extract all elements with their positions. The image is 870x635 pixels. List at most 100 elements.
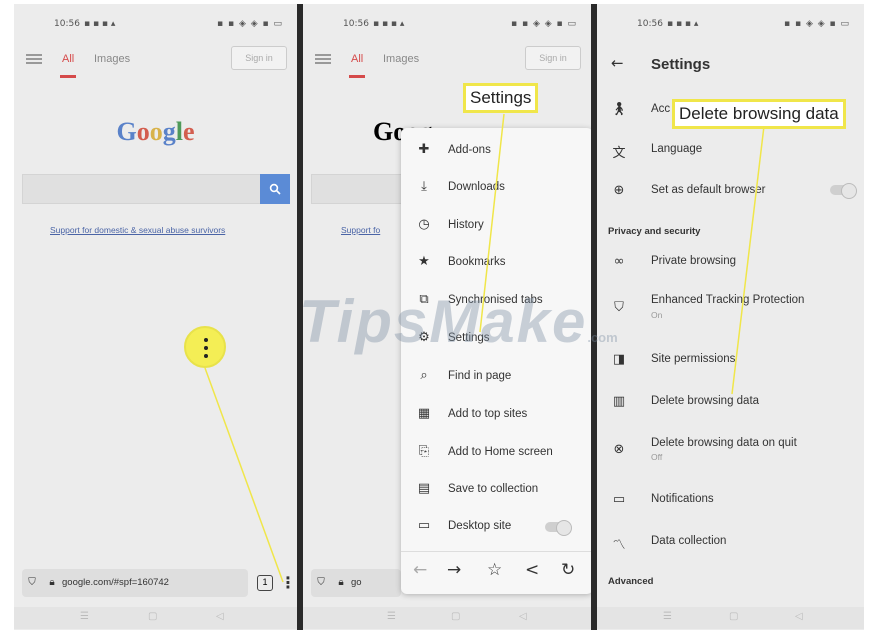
back-arrow-icon[interactable]: ← [611,54,624,72]
menu-item-save-to-collection[interactable]: ▤ Save to collection [401,471,591,507]
back-nav-icon[interactable]: ◁ [519,611,527,622]
home-icon[interactable]: ▢ [148,611,157,622]
desktop-site-toggle[interactable] [545,520,572,536]
settings-item-delete-on-quit[interactable]: ⊗ Delete browsing data on quit Off [597,424,864,464]
sign-in-button[interactable]: Sign in [231,46,287,70]
gear-icon: ⚙ [418,330,430,345]
status-bar: 10:56 ▪ ▪ ▪ ▴ ▪ ▪ ◈ ◈ ▪ ▭ [303,4,591,38]
forward-arrow-icon[interactable]: → [447,560,461,580]
kebab-menu-highlight [184,326,226,368]
status-right-icons: ▪ ▪ ◈ ◈ ▪ ▭ [511,19,577,29]
clear-icon: ⊗ [613,442,625,457]
settings-item-language[interactable]: 文 Language [597,130,864,170]
browser-overflow-menu: ✚ Add-ons ⤓ Downloads ◷ History ★ Bookmarks … [401,128,591,594]
tab-all[interactable]: All [59,53,77,78]
home-icon[interactable]: ▢ [729,611,738,622]
menu-item-find-in-page[interactable]: ⌕ Find in page [401,358,591,394]
share-icon[interactable]: < [525,560,539,580]
google-topbar: All Images Sign in [14,44,297,78]
settings-item-site-permissions[interactable]: ◨ Site permissions [597,340,864,380]
tab-images[interactable]: Images [383,53,419,65]
settings-item-tracking-protection[interactable]: ⛉ Enhanced Tracking Protection On [597,284,864,324]
status-bar: 10:56 ▪ ▪ ▪ ▴ ▪ ▪ ◈ ◈ ▪ ▭ [597,4,864,38]
back-arrow-icon[interactable]: ← [413,560,427,580]
accessibility-icon: 🚶︎ [610,102,628,117]
recents-icon[interactable]: ☰ [387,611,396,622]
back-nav-icon[interactable]: ◁ [795,611,803,622]
status-left-icons: ▪ ▪ ▪ ▴ [373,19,405,29]
status-left-icons: ▪ ▪ ▪ ▴ [84,19,116,29]
tab-counter-button[interactable]: 1 [257,575,273,591]
menu-nav-row: ← → ☆ < ↻ [401,551,591,589]
menu-item-add-ons[interactable]: ✚ Add-ons [401,132,591,168]
lock-icon: 🔒︎ [338,577,344,588]
android-nav-bar: ☰ ▢ ◁ [303,607,591,629]
clock-icon: ◷ [418,217,430,232]
settings-item-private-browsing[interactable]: ∞ Private browsing [597,242,864,282]
hamburger-menu-icon[interactable] [315,54,331,64]
section-privacy-security: Privacy and security [608,226,701,237]
grid-icon: ▦ [417,406,431,421]
collection-icon: ▤ [417,481,431,496]
bookmark-star-icon[interactable]: ☆ [487,560,502,580]
laptop-icon: ▭ [417,518,431,533]
reload-icon[interactable]: ↻ [561,560,575,580]
delete-on-quit-status: Off [651,452,663,462]
status-left-icons: ▪ ▪ ▪ ▴ [667,19,699,29]
callout-settings: Settings [463,83,539,113]
kebab-menu-icon[interactable]: ⋮ [280,573,296,593]
chart-line-icon: 〽 [612,538,626,553]
shield-icon: ⛉ [614,300,624,315]
menu-item-history[interactable]: ◷ History [401,207,591,243]
android-nav-bar: ☰ ▢ ◁ [597,607,864,629]
star-icon: ★ [418,254,430,269]
google-topbar: All Images Sign in [303,44,591,78]
address-bar[interactable]: ⛉ 🔒︎ google.com/#spf=160742 [22,569,248,597]
menu-item-bookmarks[interactable]: ★ Bookmarks [401,244,591,280]
menu-item-desktop-site[interactable]: ▭ Desktop site [401,508,591,544]
globe-icon: ⊕ [613,183,625,198]
menu-item-settings[interactable]: ⚙ Settings [401,320,591,356]
puzzle-icon: ✚ [418,142,430,157]
support-link[interactable]: Support for domestic & sexual abuse surv… [50,225,225,235]
status-right-icons: ▪ ▪ ◈ ◈ ▪ ▭ [217,19,283,29]
shield-icon: ⛉ [317,577,325,588]
default-browser-toggle[interactable] [830,183,857,199]
settings-item-delete-browsing-data[interactable]: ▥ Delete browsing data [597,382,864,422]
chat-icon: ▭ [612,492,626,507]
search-input[interactable] [22,174,290,204]
section-advanced: Advanced [608,576,654,587]
back-nav-icon[interactable]: ◁ [216,611,224,622]
mask-icon: ∞ [613,254,625,269]
status-bar: 10:56 ▪ ▪ ▪ ▴ ▪ ▪ ◈ ◈ ▪ ▭ [14,4,297,38]
status-time: 10:56 [343,19,369,29]
menu-item-add-to-home-screen[interactable]: ⎘ Add to Home screen [401,434,591,470]
permissions-icon: ◨ [612,352,626,367]
support-link[interactable]: Support fo [341,225,380,235]
bottom-toolbar: ⛉ 🔒︎ google.com/#spf=160742 1 ⋮ [14,567,297,601]
add-home-icon: ⎘ [418,444,430,459]
settings-header: ← Settings [597,44,864,84]
screenshot-collage: 10:56 ▪ ▪ ▪ ▴ ▪ ▪ ◈ ◈ ▪ ▭ All Images Sig… [14,4,864,630]
search-icon[interactable] [260,174,290,204]
home-icon[interactable]: ▢ [451,611,460,622]
settings-item-notifications[interactable]: ▭ Notifications [597,480,864,520]
address-bar[interactable]: ⛉ 🔒︎ go [311,569,401,597]
browser-panel-menu: 10:56 ▪ ▪ ▪ ▴ ▪ ▪ ◈ ◈ ▪ ▭ All Images Sig… [303,4,591,630]
settings-item-data-collection[interactable]: 〽 Data collection [597,522,864,562]
tab-all[interactable]: All [348,53,366,78]
menu-item-add-to-top-sites[interactable]: ▦ Add to top sites [401,396,591,432]
menu-item-downloads[interactable]: ⤓ Downloads [401,169,591,205]
tab-images[interactable]: Images [94,53,130,65]
search-input[interactable] [311,174,406,204]
recents-icon[interactable]: ☰ [80,611,89,622]
settings-panel: 10:56 ▪ ▪ ▪ ▴ ▪ ▪ ◈ ◈ ▪ ▭ ← Settings 🚶︎ A… [597,4,864,630]
page-title: Settings [651,56,711,73]
settings-item-default-browser[interactable]: ⊕ Set as default browser [597,171,864,211]
callout-delete-browsing-data: Delete browsing data [672,99,846,129]
sign-in-button[interactable]: Sign in [525,46,581,70]
hamburger-menu-icon[interactable] [26,54,42,64]
recents-icon[interactable]: ☰ [663,611,672,622]
menu-item-synchronised-tabs[interactable]: ⧉ Synchronised tabs [401,282,591,318]
browser-panel-home: 10:56 ▪ ▪ ▪ ▴ ▪ ▪ ◈ ◈ ▪ ▭ All Images Sig… [14,4,297,630]
